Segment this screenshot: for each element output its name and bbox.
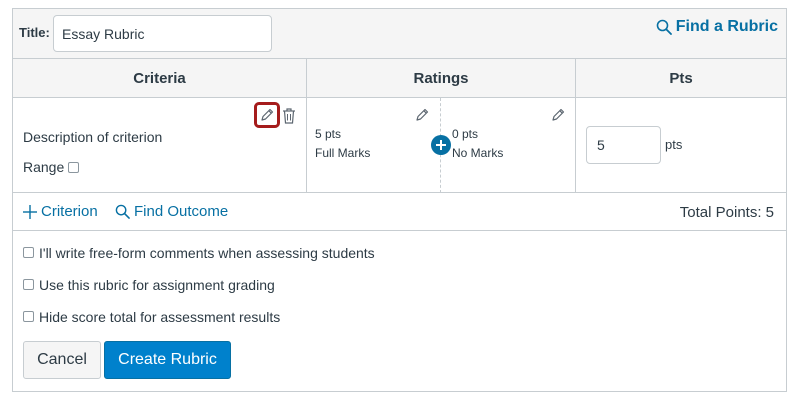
criterion-row: Description of criterion Range 5 pts Ful… [13,98,786,193]
criteria-header: Criteria [13,59,307,98]
find-outcome-link[interactable]: Find Outcome [115,203,228,220]
rating-points: 5 pts [315,127,342,141]
ratings-header: Ratings [307,59,576,98]
ratings-cell: 5 pts Full Marks 0 pts No Marks [307,98,576,193]
option-label: Hide score total for assessment results [39,309,281,325]
add-criterion-label: Criterion [41,203,98,220]
rating-no-marks[interactable]: 0 pts No Marks [441,98,576,193]
add-criterion-link[interactable]: Criterion [23,203,98,220]
rubric-editor: Title: Find a Rubric Criteria Ratings Pt… [12,8,787,392]
plus-circle-icon [436,140,446,150]
table-footer: Criterion Find Outcome Total Points: 5 [13,193,786,231]
add-rating-button[interactable] [431,135,451,155]
pts-header: Pts [669,70,693,87]
title-input[interactable] [53,15,272,52]
option-label: Use this rubric for assignment grading [39,277,275,293]
free-form-comments-option[interactable]: I'll write free-form comments when asses… [23,245,375,277]
pencil-icon[interactable] [550,107,566,123]
criterion-description: Description of criterion [23,129,163,145]
use-for-grading-checkbox[interactable] [23,279,34,290]
pencil-icon[interactable] [414,107,430,123]
action-buttons: Cancel Create Rubric [23,341,231,379]
rubric-options: I'll write free-form comments when asses… [23,245,375,341]
hide-score-total-checkbox[interactable] [23,311,34,322]
title-bar: Title: Find a Rubric [13,9,786,59]
search-icon [115,204,130,219]
total-points: Total Points: 5 [679,204,774,221]
trash-icon [283,108,295,124]
create-rubric-button[interactable]: Create Rubric [104,341,231,379]
cancel-button[interactable]: Cancel [23,341,101,379]
free-form-comments-checkbox[interactable] [23,247,34,258]
points-cell: pts [576,98,786,193]
use-for-grading-option[interactable]: Use this rubric for assignment grading [23,277,375,309]
option-label: I'll write free-form comments when asses… [39,245,375,261]
rating-full-marks[interactable]: 5 pts Full Marks [307,98,441,193]
range-checkbox[interactable] [68,161,80,173]
find-rubric-label: Find a Rubric [675,18,778,35]
table-header: Criteria Ratings Pts [13,59,786,98]
points-input[interactable] [586,126,661,164]
points-unit: pts [665,137,683,152]
pencil-icon [261,108,274,121]
criterion-cell: Description of criterion Range [13,98,307,193]
search-icon [656,19,672,35]
rating-description: No Marks [452,146,504,160]
plus-icon [23,204,37,219]
rating-points: 0 pts [452,127,479,141]
find-rubric-link[interactable]: Find a Rubric [656,18,778,36]
title-label: Title: [19,25,50,40]
range-label: Range [23,159,65,175]
hide-score-total-option[interactable]: Hide score total for assessment results [23,309,375,341]
delete-criterion-button[interactable] [281,107,297,125]
edit-criterion-button[interactable] [254,102,280,128]
find-outcome-label: Find Outcome [134,203,229,220]
range-toggle[interactable]: Range [23,159,80,175]
rating-description: Full Marks [315,146,371,160]
